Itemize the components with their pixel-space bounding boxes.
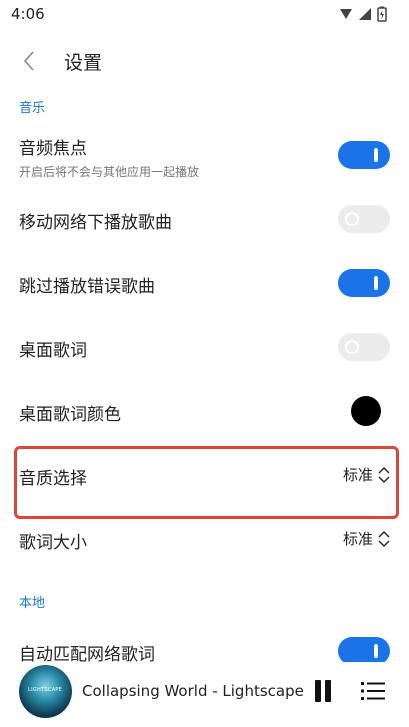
setting-desktop-lyrics-color[interactable]: 桌面歌词颜色 (0, 396, 409, 428)
setting-subtitle: 开启后将不会与其他应用一起播放 (19, 165, 200, 179)
battery-charging-icon (377, 6, 387, 22)
back-button[interactable] (14, 46, 44, 76)
chevron-left-icon (23, 51, 34, 71)
lyrics-size-select[interactable]: 标准 (343, 528, 391, 549)
setting-title: 跳过播放错误歌曲 (19, 277, 155, 297)
section-header-local: 本地 (19, 596, 46, 611)
pause-button[interactable] (313, 680, 333, 702)
setting-skip-error-songs[interactable]: 跳过播放错误歌曲 (0, 268, 409, 300)
chevron-updown-icon (378, 530, 390, 547)
setting-lyrics-size[interactable]: 歌词大小 标准 (0, 524, 409, 556)
setting-mobile-network-play[interactable]: 移动网络下播放歌曲 (0, 204, 409, 236)
status-icons (339, 6, 387, 22)
status-bar: 4:06 (0, 0, 409, 30)
section-header-music: 音乐 (19, 101, 46, 116)
audio-focus-toggle[interactable] (338, 141, 390, 169)
status-time: 4:06 (11, 5, 45, 23)
setting-title: 桌面歌词 (19, 341, 87, 361)
select-value: 标准 (342, 530, 373, 548)
chevron-updown-icon (378, 466, 390, 483)
track-title: Collapsing World - Lightscape (82, 682, 304, 700)
mobile-network-play-toggle[interactable] (338, 205, 390, 233)
select-value: 标准 (342, 466, 373, 484)
lyrics-color-swatch[interactable] (351, 396, 381, 426)
desktop-lyrics-toggle[interactable] (338, 333, 390, 361)
auto-match-lyrics-toggle[interactable] (338, 637, 390, 665)
signal-icon (340, 9, 352, 19)
setting-audio-focus[interactable]: 音频焦点 开启后将不会与其他应用一起播放 (0, 126, 409, 186)
mini-player[interactable]: LIGHTSCAPE Collapsing World - Lightscape (0, 662, 409, 722)
setting-title: 音频焦点 (19, 139, 87, 159)
album-art-text: LIGHTSCAPE (28, 687, 63, 693)
setting-title: 移动网络下播放歌曲 (19, 213, 172, 233)
playlist-icon (361, 682, 385, 700)
audio-quality-select[interactable]: 标准 (343, 464, 391, 485)
setting-title: 音质选择 (19, 469, 87, 489)
page-title: 设置 (64, 52, 103, 74)
app-header: 设置 (0, 36, 409, 84)
setting-title: 桌面歌词颜色 (19, 405, 121, 425)
cellular-icon (359, 8, 371, 20)
setting-audio-quality[interactable]: 音质选择 标准 (0, 460, 409, 492)
setting-desktop-lyrics[interactable]: 桌面歌词 (0, 332, 409, 364)
skip-error-songs-toggle[interactable] (338, 269, 390, 297)
album-art[interactable]: LIGHTSCAPE (19, 665, 72, 718)
setting-title: 歌词大小 (19, 533, 87, 553)
pause-icon (315, 680, 321, 702)
playlist-button[interactable] (361, 680, 385, 702)
